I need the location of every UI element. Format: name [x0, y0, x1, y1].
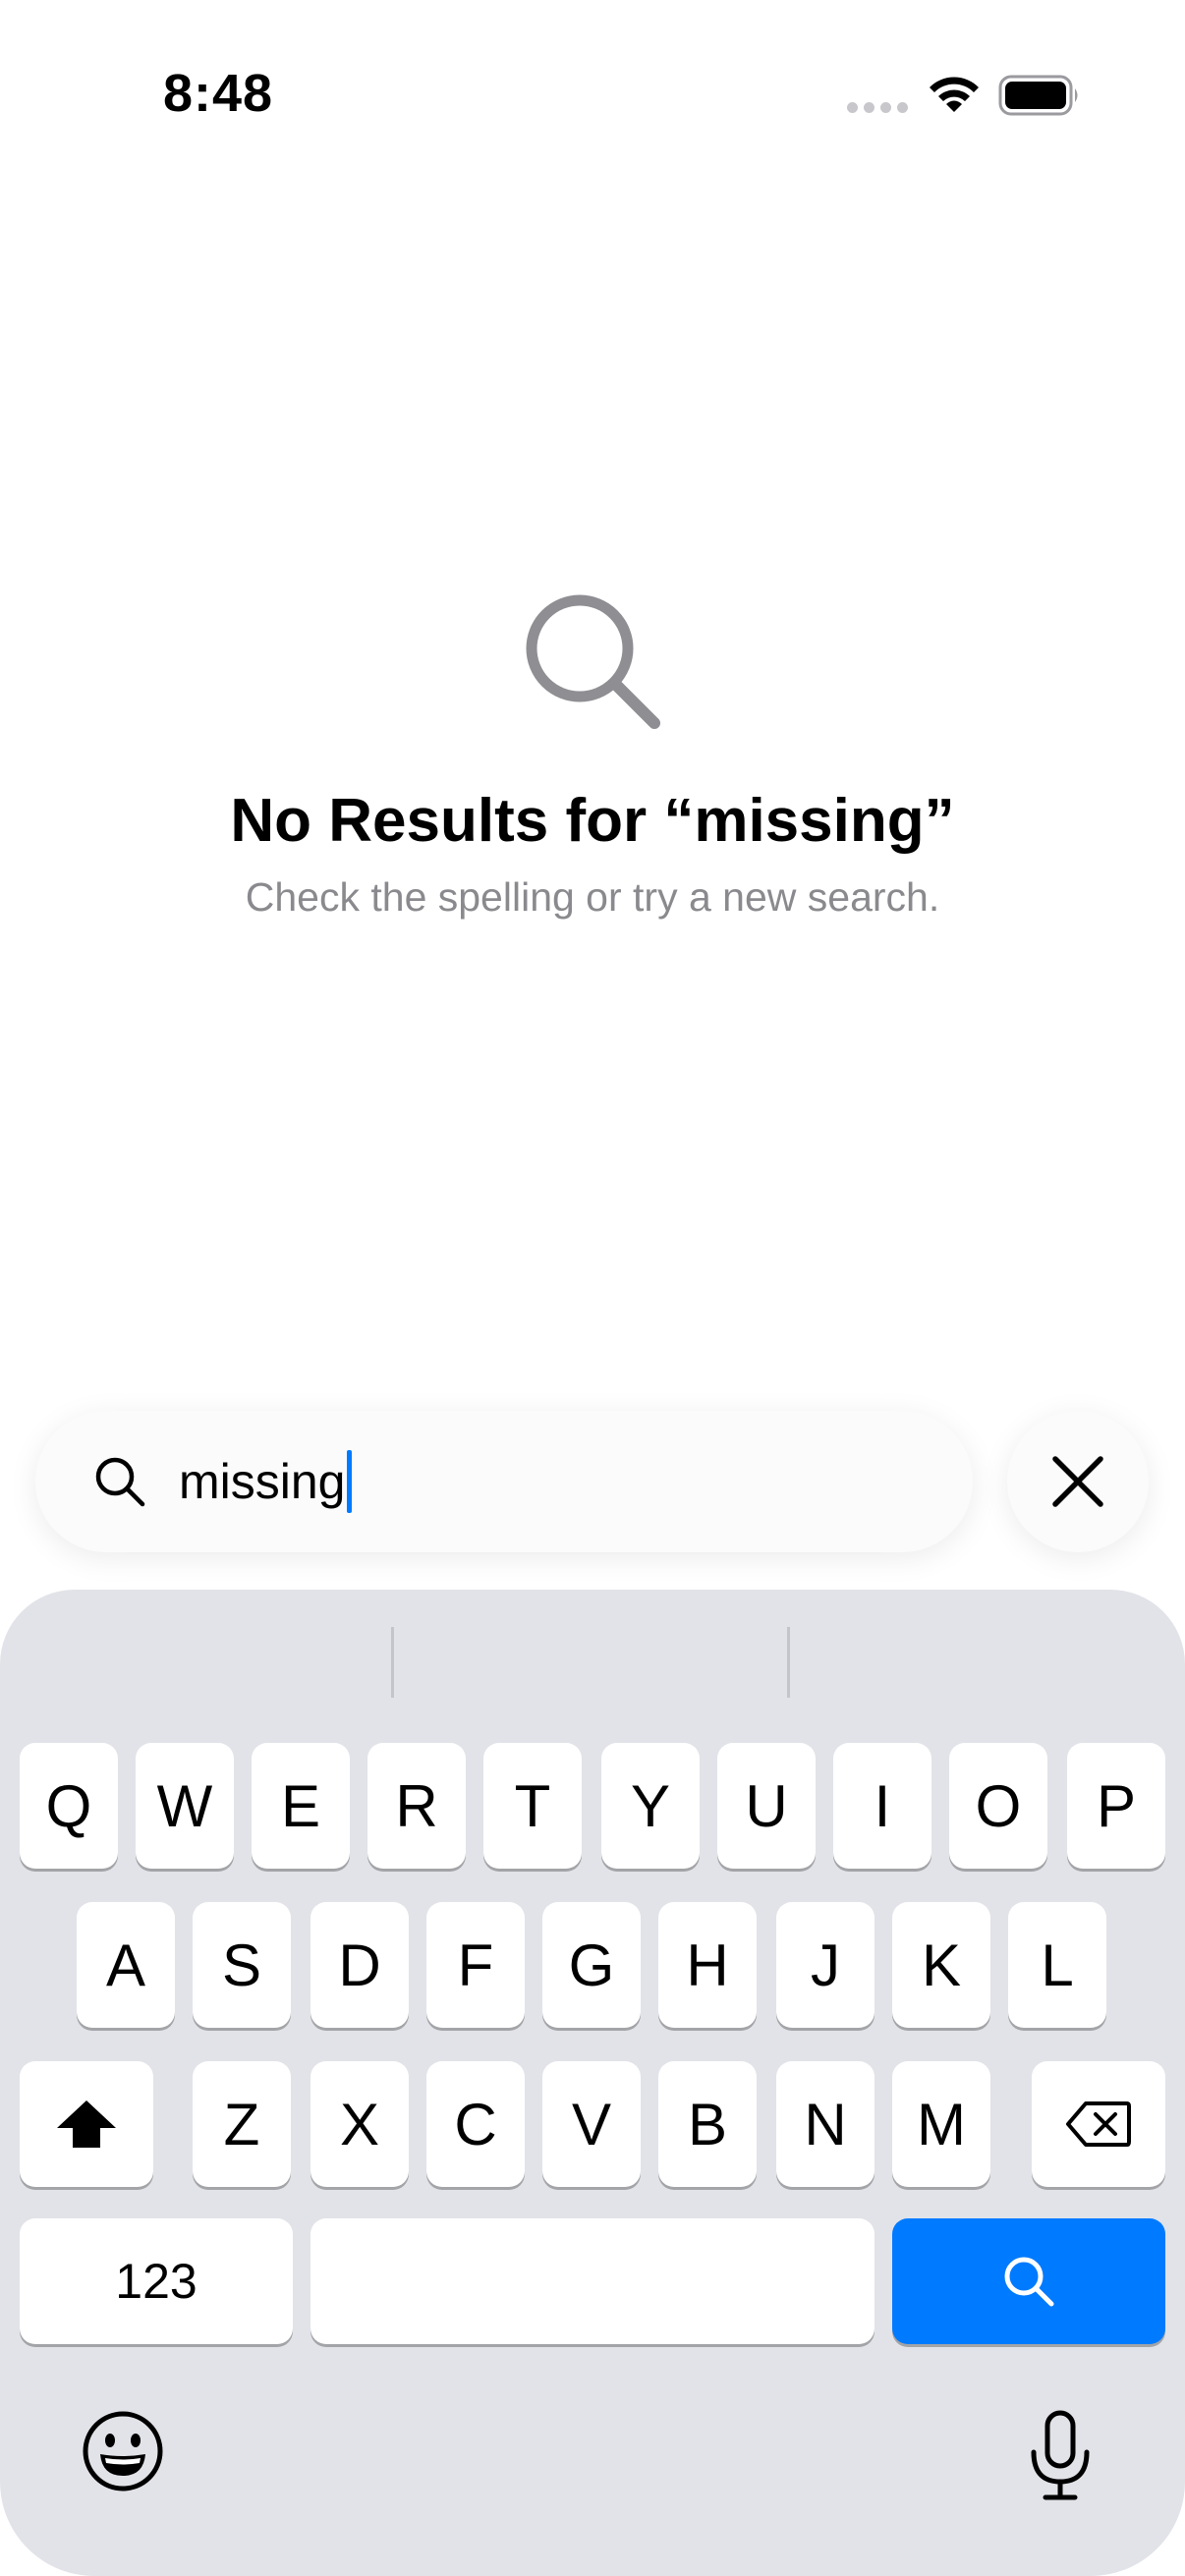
key-b[interactable]: B	[658, 2061, 757, 2187]
key-f[interactable]: F	[426, 1902, 525, 2028]
cellular-signal-icon	[847, 102, 908, 113]
empty-state-title: No Results for “missing”	[230, 787, 955, 855]
key-h[interactable]: H	[658, 1902, 757, 2028]
key-t[interactable]: T	[483, 1743, 582, 1869]
status-time: 8:48	[163, 64, 274, 123]
delete-icon	[1066, 2101, 1131, 2147]
search-icon	[526, 594, 660, 729]
close-search-button[interactable]	[1007, 1411, 1149, 1552]
battery-icon	[998, 75, 1078, 116]
key-r[interactable]: R	[367, 1743, 466, 1869]
key-s[interactable]: S	[193, 1902, 291, 2028]
search-input[interactable]: missing	[179, 1450, 353, 1513]
close-icon	[1052, 1456, 1103, 1507]
search-icon	[1004, 2257, 1054, 2307]
screen: 8:48 No Results for “missing” Check the …	[0, 0, 1185, 2576]
key-o[interactable]: O	[949, 1743, 1047, 1869]
key-m[interactable]: M	[892, 2061, 990, 2187]
key-k[interactable]: K	[892, 1902, 990, 2028]
key-v[interactable]: V	[542, 2061, 641, 2187]
text-cursor	[347, 1450, 353, 1513]
key-j[interactable]: J	[776, 1902, 875, 2028]
search-icon	[95, 1457, 145, 1507]
key-c[interactable]: C	[426, 2061, 525, 2187]
shift-key[interactable]	[20, 2061, 153, 2187]
key-e[interactable]: E	[252, 1743, 350, 1869]
key-a[interactable]: A	[77, 1902, 175, 2028]
empty-state-subtitle: Check the spelling or try a new search.	[245, 874, 940, 920]
key-l[interactable]: L	[1008, 1902, 1106, 2028]
key-n[interactable]: N	[776, 2061, 875, 2187]
search-key[interactable]	[892, 2218, 1165, 2344]
key-d[interactable]: D	[310, 1902, 409, 2028]
search-input-value: missing	[179, 1454, 346, 1509]
search-field[interactable]: missing	[35, 1411, 973, 1552]
key-x[interactable]: X	[310, 2061, 409, 2187]
key-z[interactable]: Z	[193, 2061, 291, 2187]
key-w[interactable]: W	[136, 1743, 234, 1869]
key-g[interactable]: G	[542, 1902, 641, 2028]
microphone-icon[interactable]	[1026, 2409, 1095, 2503]
key-i[interactable]: I	[833, 1743, 931, 1869]
key-q[interactable]: Q	[20, 1743, 118, 1869]
key-p[interactable]: P	[1067, 1743, 1165, 1869]
shift-icon	[57, 2100, 116, 2148]
wifi-icon	[930, 77, 979, 112]
delete-key[interactable]	[1032, 2061, 1165, 2187]
suggestion-divider	[391, 1627, 394, 1698]
numbers-key[interactable]: 123	[20, 2218, 293, 2344]
key-y[interactable]: Y	[601, 1743, 700, 1869]
suggestion-divider	[787, 1627, 790, 1698]
emoji-icon[interactable]	[81, 2409, 165, 2493]
key-u[interactable]: U	[717, 1743, 816, 1869]
space-key[interactable]	[310, 2218, 875, 2344]
